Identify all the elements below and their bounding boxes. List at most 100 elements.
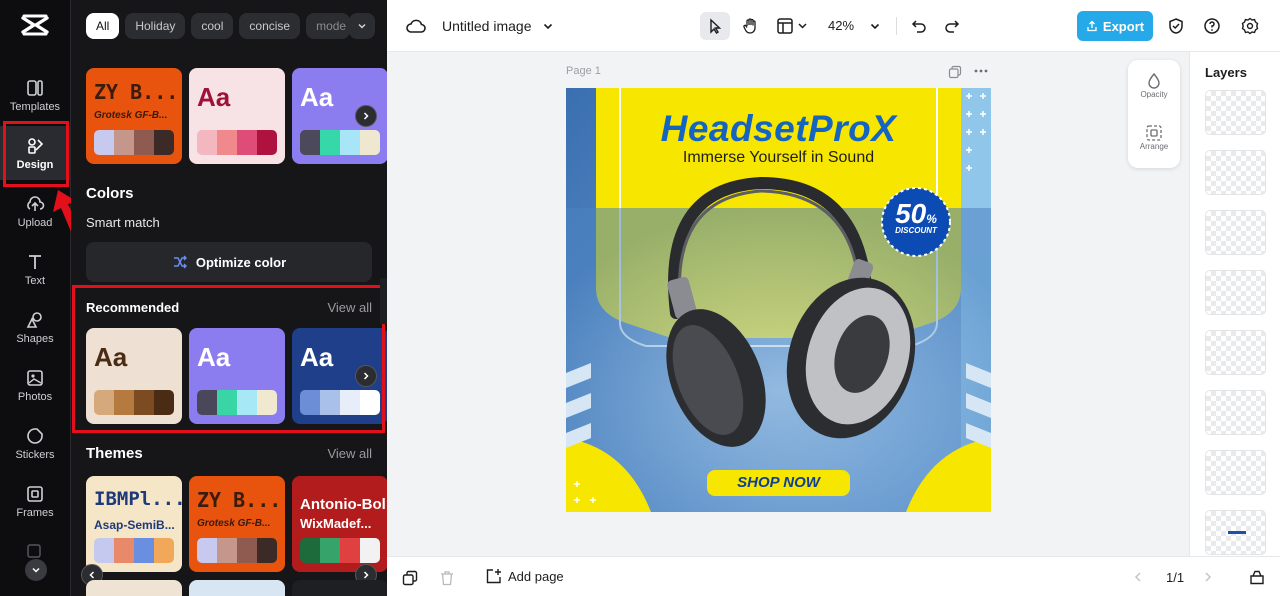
scroll-right-button[interactable] xyxy=(355,105,377,127)
discount-label: DISCOUNT xyxy=(895,226,937,235)
pages-panel-icon[interactable] xyxy=(1249,569,1265,585)
optimize-color-label: Optimize color xyxy=(195,254,287,270)
smart-match-label: Smart match xyxy=(86,215,160,230)
export-label: Export xyxy=(1102,18,1145,34)
redo-icon xyxy=(945,20,960,33)
export-button[interactable]: Export xyxy=(1077,11,1153,41)
templates-icon xyxy=(27,79,43,96)
more-tools-icon[interactable] xyxy=(25,542,43,560)
rail-label: Design xyxy=(16,158,54,171)
filter-chip-cool[interactable]: cool xyxy=(191,13,234,39)
chevron-right-icon xyxy=(363,571,369,579)
optimize-color-button[interactable]: Optimize color xyxy=(86,242,372,282)
help-icon xyxy=(1204,18,1220,34)
opacity-label: Opacity xyxy=(1140,90,1168,99)
rail-item-photos[interactable]: Photos xyxy=(0,358,70,412)
card-font-subtitle: Grotesk GF-B... xyxy=(197,518,271,529)
rail-item-stickers[interactable]: Stickers xyxy=(0,416,70,470)
page-label: Page 1 xyxy=(566,65,601,77)
chevron-right-icon xyxy=(363,372,369,380)
card-font-title: IBMPl... xyxy=(94,488,182,510)
themes-view-all-link[interactable]: View all xyxy=(327,446,372,461)
more-options-icon[interactable] xyxy=(974,66,988,78)
recommended-view-all-link[interactable]: View all xyxy=(327,300,372,315)
colors-section-title: Colors xyxy=(86,185,134,202)
top-bar: Untitled image 42% Export xyxy=(387,0,1280,52)
gear-icon xyxy=(1241,17,1259,35)
rail-label: Templates xyxy=(9,100,61,113)
card-font-title: ZY B... xyxy=(94,80,179,104)
shuffle-icon xyxy=(173,255,187,269)
rail-item-shapes[interactable]: Shapes xyxy=(0,300,70,354)
filter-chip-holiday[interactable]: Holiday xyxy=(125,13,186,39)
layer-thumbnail[interactable] xyxy=(1205,210,1266,255)
layer-thumbnail[interactable] xyxy=(1205,510,1266,555)
theme-card[interactable]: ZY B... Grotesk GF-B... xyxy=(189,476,285,572)
opacity-icon xyxy=(1148,72,1160,89)
shield-button[interactable] xyxy=(1165,15,1187,37)
prev-page-icon[interactable] xyxy=(1132,571,1144,583)
opacity-tool[interactable]: Opacity xyxy=(1128,72,1180,99)
settings-button[interactable] xyxy=(1239,15,1261,37)
zoom-dropdown-icon[interactable] xyxy=(867,18,883,34)
rail-item-templates[interactable]: Templates xyxy=(0,68,70,122)
rail-item-text[interactable]: Text xyxy=(0,242,70,296)
duplicate-page-icon[interactable] xyxy=(948,65,962,79)
add-page-button[interactable]: Add page xyxy=(486,568,564,584)
layout-dropdown-button[interactable] xyxy=(773,12,813,40)
card-color-swatches xyxy=(197,390,277,415)
themes-section-title: Themes xyxy=(86,445,143,462)
layers-panel: Layers xyxy=(1189,52,1280,556)
capcut-logo-icon[interactable] xyxy=(20,12,50,40)
discount-percent: % xyxy=(926,212,937,226)
hand-tool-button[interactable] xyxy=(737,12,765,40)
filter-chip-concise[interactable]: concise xyxy=(239,13,301,39)
layer-thumbnail[interactable] xyxy=(1205,270,1266,315)
poster-tagline: Immerse Yourself in Sound xyxy=(682,149,875,166)
recommended-scroll-right-button[interactable] xyxy=(355,365,377,387)
theme-card[interactable]: ZY B... Grotesk GF-B... xyxy=(86,68,182,164)
photos-icon xyxy=(27,369,43,386)
canvas-area: Page 1 HeadsetProX Immerse Yourself in S… xyxy=(387,52,1189,556)
card-color-swatches xyxy=(300,538,380,563)
theme-card[interactable]: Aa xyxy=(189,68,285,164)
recommended-card[interactable]: Aa xyxy=(189,328,285,424)
shield-check-icon xyxy=(1169,18,1183,34)
page-counter: 1/1 xyxy=(1166,570,1185,585)
rail-item-design[interactable]: Design xyxy=(0,126,70,180)
recommended-card[interactable]: Aa xyxy=(86,328,182,424)
card-font-subtitle: WixMadef... xyxy=(300,516,372,531)
layer-thumbnail[interactable] xyxy=(1205,450,1266,495)
theme-card[interactable]: IBMPl... Asap-SemiB... xyxy=(86,476,182,572)
rail-item-frames[interactable]: Frames xyxy=(0,474,70,528)
undo-icon xyxy=(911,20,926,33)
layer-thumbnail[interactable] xyxy=(1205,330,1266,375)
rail-expand-button[interactable] xyxy=(25,559,47,581)
card-color-swatches xyxy=(300,130,380,155)
poster-artboard[interactable]: HeadsetProX Immerse Yourself in Sound 50… xyxy=(566,88,991,512)
undo-button[interactable] xyxy=(908,15,930,37)
layer-thumbnail[interactable] xyxy=(1205,90,1266,135)
help-button[interactable] xyxy=(1201,15,1223,37)
arrange-tool[interactable]: Arrange xyxy=(1128,124,1180,151)
redo-button[interactable] xyxy=(941,15,963,37)
copy-page-icon[interactable] xyxy=(402,570,418,586)
next-page-icon[interactable] xyxy=(1202,571,1214,583)
title-dropdown-icon[interactable] xyxy=(540,18,556,34)
filter-chip-mode[interactable]: mode xyxy=(306,13,351,39)
pointer-icon xyxy=(710,18,722,34)
zoom-level[interactable]: 42% xyxy=(828,18,854,33)
theme-card[interactable]: Antonio-Bol WixMadef... xyxy=(292,476,387,572)
filter-more-button[interactable] xyxy=(349,13,375,39)
layer-thumbnail[interactable] xyxy=(1205,390,1266,435)
trash-icon[interactable] xyxy=(439,570,455,586)
filter-chip-all[interactable]: All xyxy=(86,13,120,39)
rail-item-upload[interactable]: Upload xyxy=(0,184,70,238)
select-tool-button[interactable] xyxy=(700,12,730,40)
layer-thumbnail[interactable] xyxy=(1205,150,1266,195)
theme-card-peek xyxy=(292,580,387,596)
poster-headline: HeadsetProX xyxy=(660,108,897,149)
cloud-sync-icon[interactable] xyxy=(405,15,427,37)
text-icon xyxy=(29,254,41,269)
document-title[interactable]: Untitled image xyxy=(442,18,532,34)
